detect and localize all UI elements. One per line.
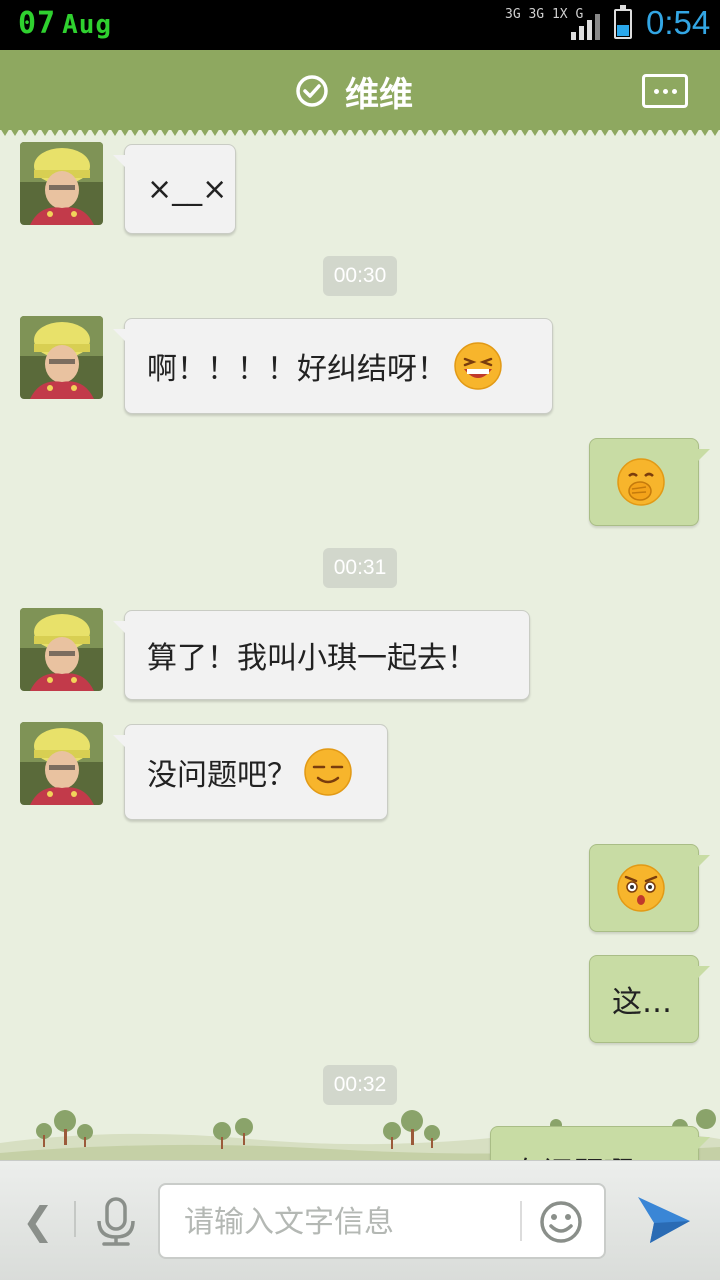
avatar-image: [20, 142, 103, 225]
contact-avatar[interactable]: [20, 722, 103, 805]
contact-avatar[interactable]: [20, 608, 103, 691]
message-text: 算了！我叫小琪一起去！: [147, 641, 477, 676]
microphone-icon[interactable]: [94, 1197, 138, 1247]
check-circle-icon: [296, 75, 328, 107]
status-date: 07 Aug: [18, 6, 112, 41]
emoji-picker-icon[interactable]: [538, 1199, 584, 1245]
divider: [74, 1201, 76, 1237]
incoming-message-bubble[interactable]: 算了！我叫小琪一起去！: [113, 610, 530, 700]
message-timestamp: 00:30: [323, 256, 397, 296]
laughing-squint-emoji-icon: [454, 342, 502, 390]
send-icon[interactable]: [636, 1195, 692, 1247]
status-date-month: Aug: [62, 10, 113, 40]
message-text: 啊！！！！好纠结呀！: [147, 352, 447, 387]
message-text: 这…: [612, 985, 672, 1020]
content-smile-emoji-icon: [304, 748, 352, 796]
dot: [672, 89, 677, 94]
status-bar: 07 Aug 3G 3G 1X G 0:54: [0, 0, 720, 50]
outgoing-message-bubble[interactable]: [589, 844, 710, 932]
message-list[interactable]: ×__× 00:30 啊！！！！好纠结呀！ 00:31 算了！我叫小琪一起去！ …: [0, 130, 720, 1160]
incoming-message-bubble[interactable]: ×__×: [113, 144, 236, 234]
network-label: 1X: [551, 7, 568, 22]
divider: [520, 1201, 522, 1241]
signal-strength-icon: [571, 14, 600, 40]
message-text: ×__×: [147, 171, 228, 207]
more-options-button[interactable]: [642, 74, 688, 108]
dot: [654, 89, 659, 94]
message-text-field[interactable]: [158, 1183, 606, 1259]
network-label: 3G: [505, 7, 521, 22]
hand-over-mouth-emoji-icon: [617, 458, 665, 506]
message-text: 没问题吧？: [147, 758, 297, 793]
outgoing-message-bubble[interactable]: 这…: [589, 955, 710, 1043]
network-label: 3G: [528, 7, 545, 22]
avatar-image: [20, 722, 103, 805]
contact-avatar[interactable]: [20, 316, 103, 399]
chat-header: 维维: [0, 50, 720, 136]
message-input-bar: ❮: [0, 1160, 720, 1280]
dot: [663, 89, 668, 94]
contact-title: 维维: [295, 68, 413, 115]
avatar-image: [20, 316, 103, 399]
message-timestamp: 00:32: [323, 1065, 397, 1105]
outgoing-message-bubble[interactable]: 有问题啊！: [490, 1126, 710, 1160]
outgoing-message-bubble[interactable]: [589, 438, 710, 526]
message-text: 有问题啊！: [513, 1148, 663, 1160]
incoming-message-bubble[interactable]: 没问题吧？: [113, 724, 388, 820]
message-input[interactable]: [182, 1199, 516, 1245]
avatar-image: [20, 608, 103, 691]
incoming-message-bubble[interactable]: 啊！！！！好纠结呀！: [113, 318, 553, 414]
back-button[interactable]: ❮: [22, 1199, 54, 1243]
message-timestamp: 00:31: [323, 548, 397, 588]
shocked-angry-emoji-icon: [617, 864, 665, 912]
battery-icon: [614, 5, 632, 39]
status-date-day: 07: [18, 6, 57, 41]
contact-avatar[interactable]: [20, 142, 103, 225]
status-time: 0:54: [646, 4, 711, 41]
contact-name: 维维: [345, 74, 413, 115]
